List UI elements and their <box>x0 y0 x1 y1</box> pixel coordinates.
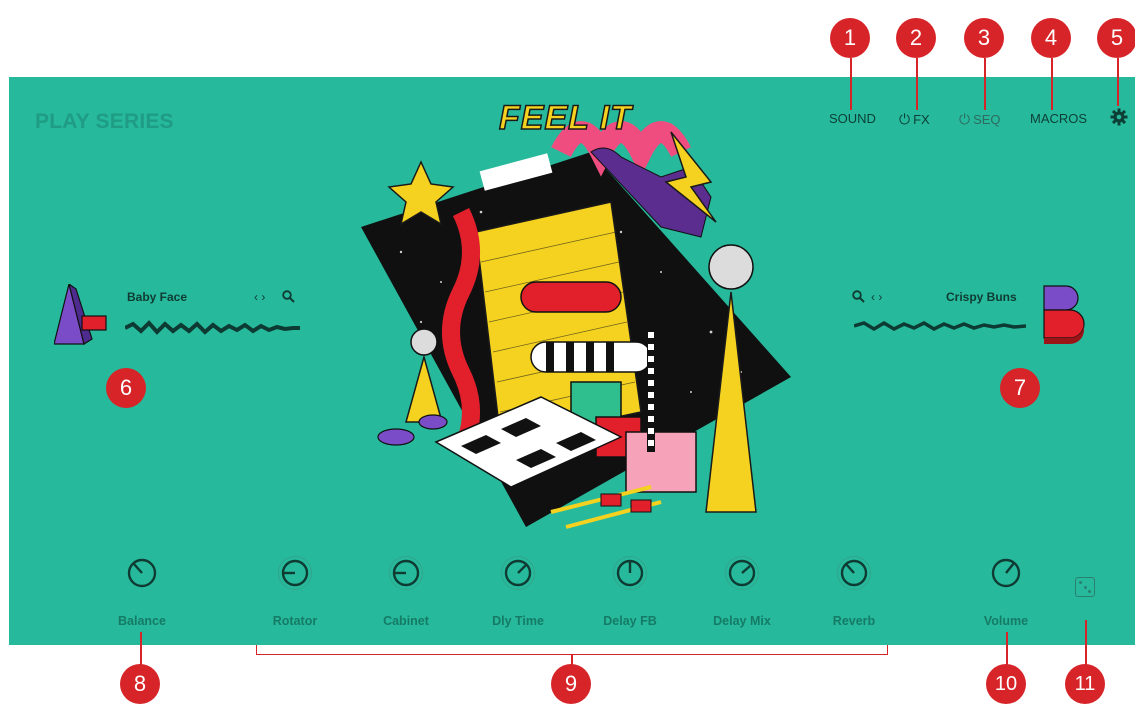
right-search-icon[interactable] <box>852 290 865 308</box>
fx-power-icon[interactable]: ⏻ <box>899 111 910 127</box>
callout-7: 7 <box>1000 368 1040 408</box>
callout-6: 6 <box>106 368 146 408</box>
nav-macros[interactable]: MACROS <box>1030 111 1087 126</box>
left-prev-next[interactable]: ‹ › <box>254 290 265 304</box>
callout-8: 8 <box>120 664 160 704</box>
rotator-label: Rotator <box>272 614 318 628</box>
feel-it-logo: FEEL IT <box>498 98 632 138</box>
callout-9: 9 <box>551 664 591 704</box>
disco-ball <box>708 244 754 290</box>
callout-2: 2 <box>896 18 936 58</box>
callout-1-line <box>850 58 852 110</box>
nav-fx[interactable]: ⏻ FX <box>899 111 930 128</box>
album-artwork <box>361 92 791 542</box>
reverb-label: Reverb <box>832 614 876 628</box>
gear-icon[interactable] <box>1110 108 1128 131</box>
nav-seq-label: SEQ <box>973 112 1001 127</box>
callout-9-bracket <box>256 645 888 655</box>
pink-stairs <box>625 431 697 493</box>
balance-label: Balance <box>118 614 166 628</box>
left-sound-name[interactable]: Baby Face <box>127 290 187 304</box>
callout-5-line <box>1117 58 1119 106</box>
callout-3: 3 <box>964 18 1004 58</box>
delay-mix-knob[interactable] <box>724 555 760 591</box>
callout-1: 1 <box>830 18 870 58</box>
volume-label: Volume <box>983 614 1029 628</box>
left-waveform <box>124 319 300 342</box>
left-search-icon[interactable] <box>282 290 295 308</box>
left-sound-icon[interactable] <box>53 282 112 355</box>
callout-4-line <box>1051 58 1053 110</box>
nav-fx-label: FX <box>913 112 930 127</box>
callout-10: 10 <box>986 664 1026 704</box>
balance-knob[interactable] <box>124 555 160 591</box>
delay-fb-label: Delay FB <box>603 614 657 628</box>
right-sound-icon[interactable] <box>1039 284 1089 357</box>
delay-mix-label: Delay Mix <box>713 614 771 628</box>
randomize-dice-icon[interactable] <box>1075 577 1095 597</box>
seq-power-icon[interactable]: ⏻ <box>959 111 970 127</box>
callout-2-line <box>916 58 918 110</box>
cabinet-label: Cabinet <box>383 614 429 628</box>
right-prev-next[interactable]: ‹ › <box>871 290 882 304</box>
instrument-panel: PLAY SERIES SOUND ⏻ FX ⏻ SEQ MACROS FEEL… <box>9 77 1135 645</box>
reverb-knob[interactable] <box>836 555 872 591</box>
dly-time-label: Dly Time <box>492 614 544 628</box>
delay-fb-knob[interactable] <box>612 555 648 591</box>
callout-11: 11 <box>1065 664 1105 704</box>
nav-sound[interactable]: SOUND <box>829 111 876 126</box>
callout-3-line <box>984 58 986 110</box>
callout-4: 4 <box>1031 18 1071 58</box>
cabinet-knob[interactable] <box>388 555 424 591</box>
red-cylinder <box>520 281 622 313</box>
brand-label: PLAY SERIES <box>35 110 174 133</box>
volume-knob[interactable] <box>988 555 1024 591</box>
dly-time-knob[interactable] <box>500 555 536 591</box>
rotator-knob[interactable] <box>277 555 313 591</box>
right-sound-name[interactable]: Crispy Buns <box>946 290 1017 304</box>
callout-5: 5 <box>1097 18 1135 58</box>
nav-seq[interactable]: ⏻ SEQ <box>959 111 1001 128</box>
right-waveform <box>853 319 1027 338</box>
